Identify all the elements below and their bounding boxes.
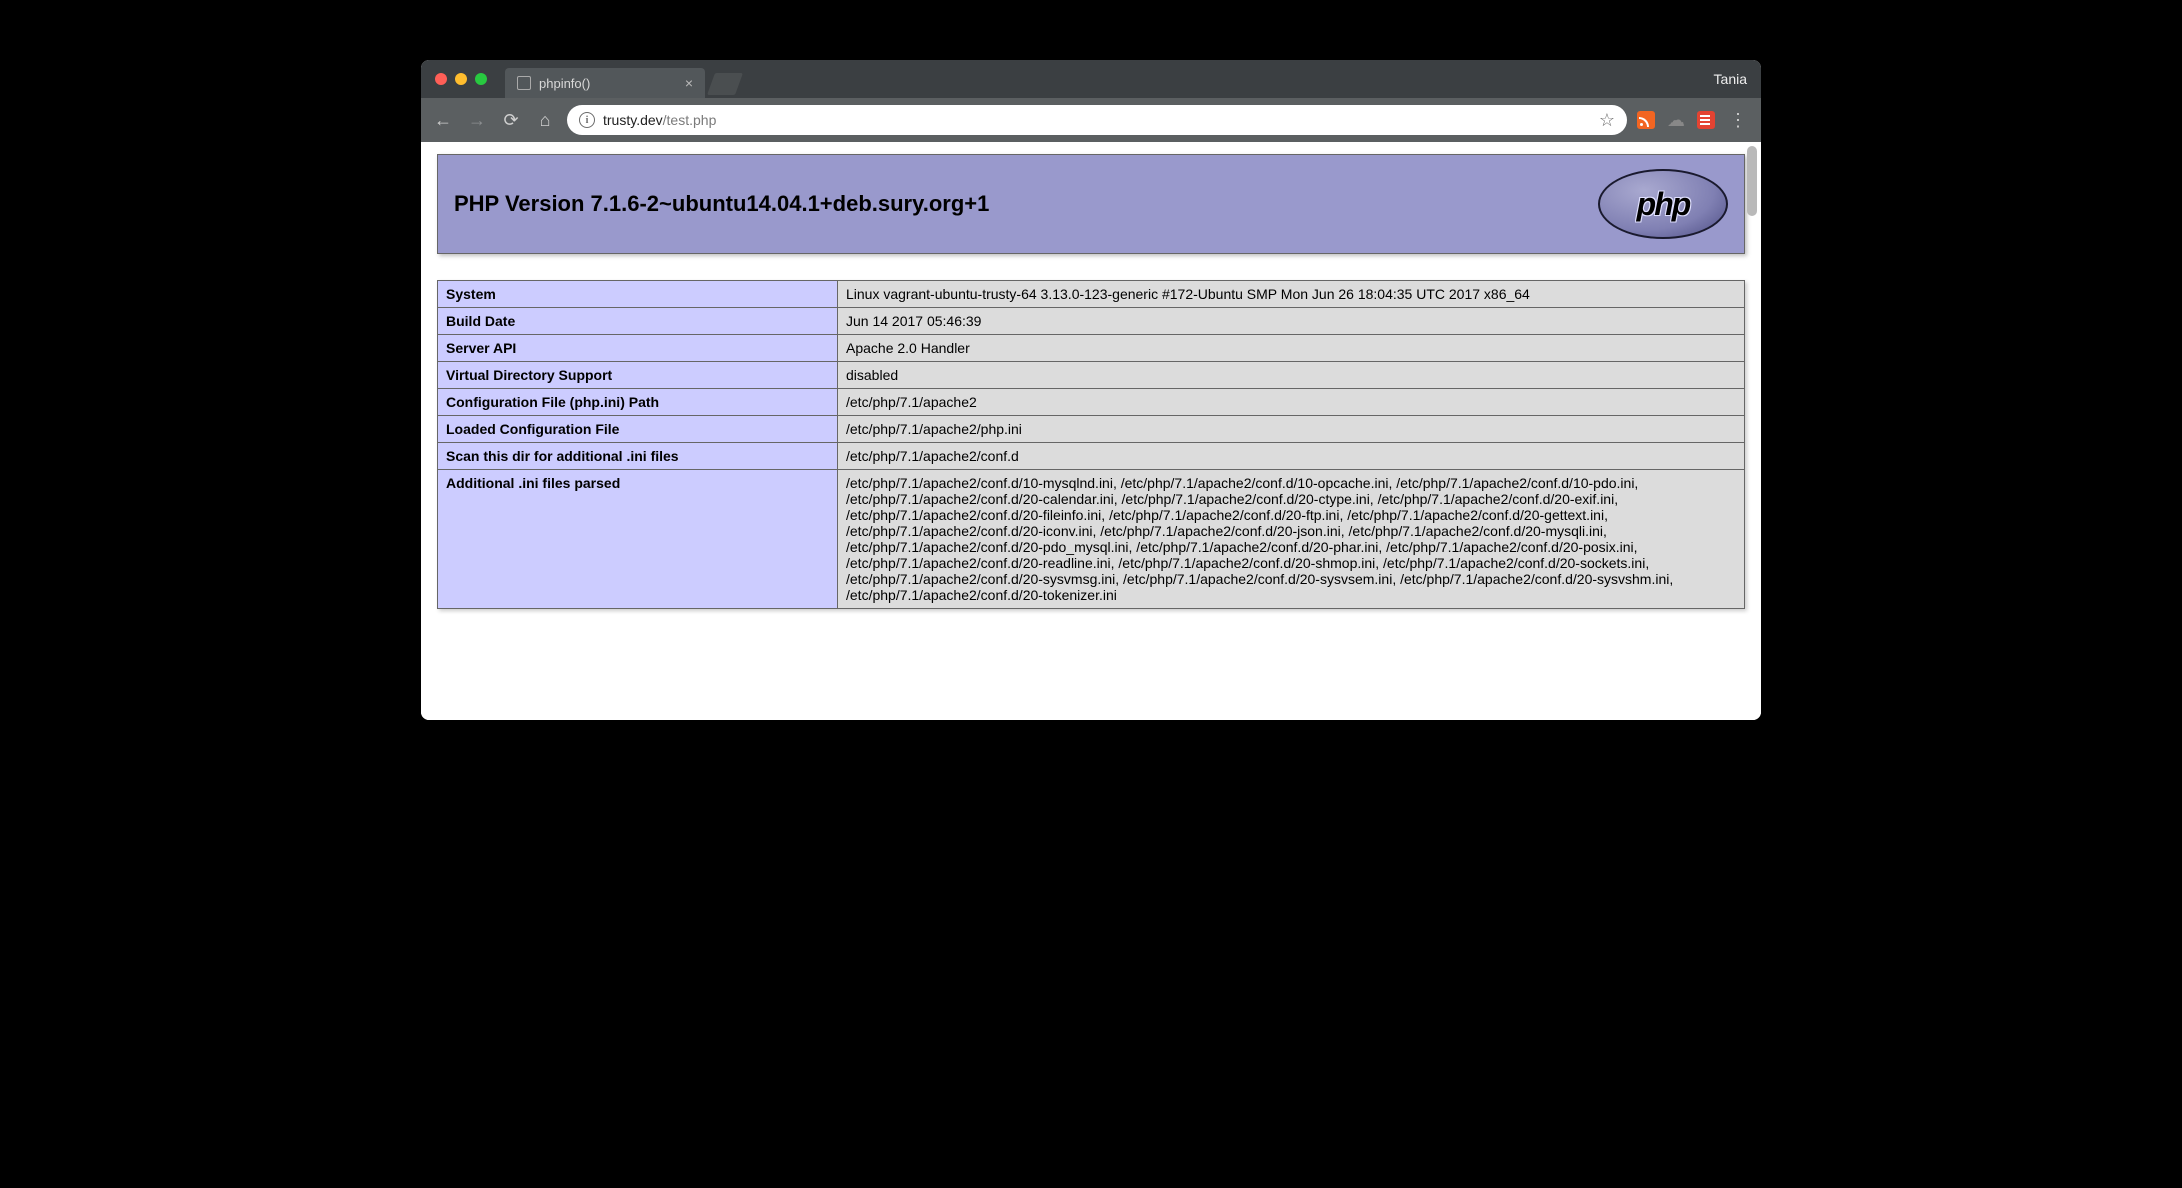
row-key: Server API xyxy=(438,335,838,362)
close-tab-icon[interactable]: × xyxy=(685,75,693,91)
phpinfo-table: System Linux vagrant-ubuntu-trusty-64 3.… xyxy=(437,280,1745,609)
address-bar[interactable]: i trusty.dev/test.php ☆ xyxy=(567,105,1627,135)
phpinfo-tbody: System Linux vagrant-ubuntu-trusty-64 3.… xyxy=(438,281,1745,609)
toolbar: ← → ⟳ ⌂ i trusty.dev/test.php ☆ ☁ ⋮ xyxy=(421,98,1761,142)
url-text: trusty.dev/test.php xyxy=(603,112,716,128)
todoist-extension-icon[interactable] xyxy=(1697,111,1715,129)
minimize-window-button[interactable] xyxy=(455,73,467,85)
table-row: Loaded Configuration File /etc/php/7.1/a… xyxy=(438,416,1745,443)
row-value: /etc/php/7.1/apache2/conf.d/10-mysqlnd.i… xyxy=(838,470,1745,609)
page-title: PHP Version 7.1.6-2~ubuntu14.04.1+deb.su… xyxy=(454,191,989,217)
page-content: PHP Version 7.1.6-2~ubuntu14.04.1+deb.su… xyxy=(421,142,1761,720)
browser-menu-button[interactable]: ⋮ xyxy=(1725,110,1751,131)
profile-name[interactable]: Tania xyxy=(1714,71,1747,87)
row-value: Apache 2.0 Handler xyxy=(838,335,1745,362)
row-key: Build Date xyxy=(438,308,838,335)
extension-icons: ☁ xyxy=(1637,110,1715,131)
row-key: Scan this dir for additional .ini files xyxy=(438,443,838,470)
viewport: PHP Version 7.1.6-2~ubuntu14.04.1+deb.su… xyxy=(421,142,1761,720)
titlebar: phpinfo() × Tania xyxy=(421,60,1761,98)
window-controls xyxy=(435,73,487,85)
table-row: Build Date Jun 14 2017 05:46:39 xyxy=(438,308,1745,335)
row-value: /etc/php/7.1/apache2/php.ini xyxy=(838,416,1745,443)
table-row: Server API Apache 2.0 Handler xyxy=(438,335,1745,362)
row-value: Jun 14 2017 05:46:39 xyxy=(838,308,1745,335)
document-icon xyxy=(517,76,531,90)
reload-button[interactable]: ⟳ xyxy=(499,110,523,131)
url-path: /test.php xyxy=(663,112,717,128)
maximize-window-button[interactable] xyxy=(475,73,487,85)
php-logo: php xyxy=(1598,169,1728,239)
row-value: /etc/php/7.1/apache2/conf.d xyxy=(838,443,1745,470)
row-key: Configuration File (php.ini) Path xyxy=(438,389,838,416)
forward-button[interactable]: → xyxy=(465,110,489,131)
new-tab-button[interactable] xyxy=(707,73,743,95)
row-key: Additional .ini files parsed xyxy=(438,470,838,609)
back-button[interactable]: ← xyxy=(431,110,455,131)
cloud-extension-icon[interactable]: ☁ xyxy=(1667,110,1685,131)
table-row: Virtual Directory Support disabled xyxy=(438,362,1745,389)
row-value: disabled xyxy=(838,362,1745,389)
rss-extension-icon[interactable] xyxy=(1637,111,1655,129)
close-window-button[interactable] xyxy=(435,73,447,85)
php-logo-text: php xyxy=(1637,186,1690,223)
row-key: System xyxy=(438,281,838,308)
table-row: System Linux vagrant-ubuntu-trusty-64 3.… xyxy=(438,281,1745,308)
row-value: /etc/php/7.1/apache2 xyxy=(838,389,1745,416)
table-row: Configuration File (php.ini) Path /etc/p… xyxy=(438,389,1745,416)
tab-title: phpinfo() xyxy=(539,76,590,91)
row-key: Loaded Configuration File xyxy=(438,416,838,443)
bookmark-star-icon[interactable]: ☆ xyxy=(1599,110,1615,131)
url-host: trusty.dev xyxy=(603,112,663,128)
row-key: Virtual Directory Support xyxy=(438,362,838,389)
table-row: Additional .ini files parsed /etc/php/7.… xyxy=(438,470,1745,609)
phpinfo-header: PHP Version 7.1.6-2~ubuntu14.04.1+deb.su… xyxy=(437,154,1745,254)
site-info-icon[interactable]: i xyxy=(579,112,595,128)
browser-tab[interactable]: phpinfo() × xyxy=(505,68,705,98)
row-value: Linux vagrant-ubuntu-trusty-64 3.13.0-12… xyxy=(838,281,1745,308)
table-row: Scan this dir for additional .ini files … xyxy=(438,443,1745,470)
scrollbar-thumb[interactable] xyxy=(1747,146,1757,216)
browser-window: phpinfo() × Tania ← → ⟳ ⌂ i trusty.dev/t… xyxy=(421,60,1761,720)
home-button[interactable]: ⌂ xyxy=(533,110,557,131)
